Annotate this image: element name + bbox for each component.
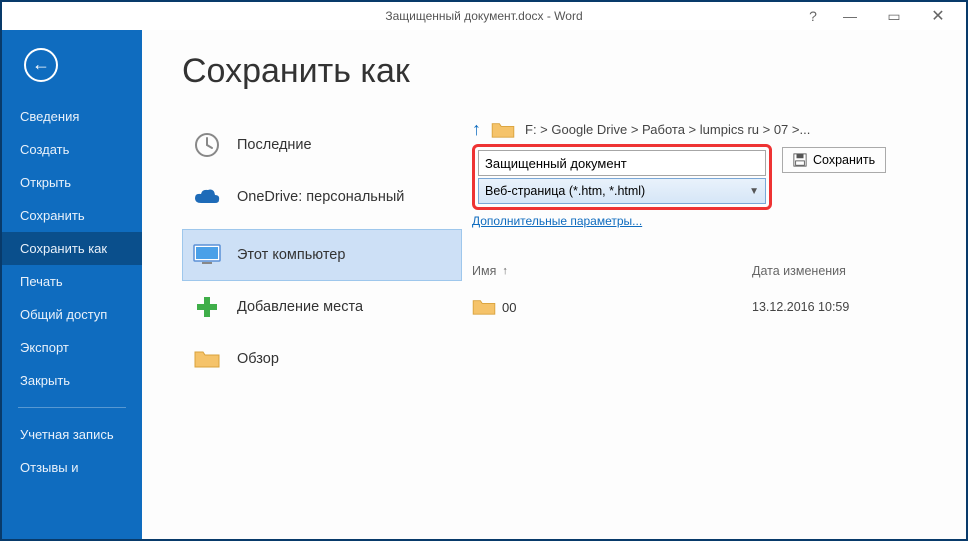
- folder-icon: [491, 121, 515, 139]
- more-options-link[interactable]: Дополнительные параметры...: [472, 214, 642, 228]
- sidebar-item-feedback[interactable]: Отзывы и: [2, 451, 142, 484]
- save-icon: [793, 153, 807, 167]
- folder-row[interactable]: 00 13.12.2016 10:59: [472, 298, 946, 316]
- sidebar-item-share[interactable]: Общий доступ: [2, 298, 142, 331]
- location-addplace[interactable]: Добавление места: [182, 281, 462, 333]
- window-title: Защищенный документ.docx - Word: [385, 9, 582, 23]
- sidebar-divider: [18, 407, 126, 408]
- sort-asc-icon: ↑: [502, 265, 508, 277]
- column-date[interactable]: Дата изменения: [752, 264, 946, 278]
- save-button-label: Сохранить: [813, 153, 875, 167]
- main-area: Сохранить как Последние: [142, 30, 966, 539]
- save-button[interactable]: Сохранить: [782, 147, 886, 173]
- restore-button[interactable]: ▭: [872, 3, 916, 29]
- sidebar-item-account[interactable]: Учетная запись: [2, 418, 142, 451]
- filetype-value: Веб-страница (*.htm, *.html): [485, 184, 645, 198]
- window-controls: ? — ▭ ✕: [798, 2, 960, 30]
- sidebar-item-saveas[interactable]: Сохранить как: [2, 232, 142, 265]
- cloud-icon: [193, 183, 221, 211]
- breadcrumb[interactable]: F: > Google Drive > Работа > lumpics ru …: [525, 122, 810, 137]
- folder-icon: [193, 345, 221, 373]
- title-bar: Защищенный документ.docx - Word ? — ▭ ✕: [2, 2, 966, 30]
- filename-filetype-group: Веб-страница (*.htm, *.html) ▼: [472, 144, 772, 210]
- location-recent[interactable]: Последние: [182, 119, 462, 171]
- list-header: Имя ↑ Дата изменения: [472, 264, 946, 278]
- locations-column: Последние OneDrive: персональный: [182, 119, 462, 385]
- location-thispc[interactable]: Этот компьютер: [182, 229, 462, 281]
- back-button[interactable]: ←: [24, 48, 58, 82]
- location-label: Последние: [237, 137, 312, 153]
- minimize-button[interactable]: —: [828, 3, 872, 29]
- sidebar-item-save[interactable]: Сохранить: [2, 199, 142, 232]
- close-button[interactable]: ✕: [916, 3, 960, 29]
- folder-icon: [472, 298, 502, 316]
- location-sublabel: [226, 215, 462, 229]
- page-title: Сохранить как: [182, 52, 966, 91]
- up-arrow-icon[interactable]: ↑: [472, 119, 481, 140]
- filetype-select[interactable]: Веб-страница (*.htm, *.html) ▼: [478, 178, 766, 204]
- chevron-down-icon: ▼: [749, 186, 759, 197]
- row-name: 00: [502, 300, 752, 315]
- backstage-sidebar: ← Сведения Создать Открыть Сохранить Сох…: [2, 30, 142, 539]
- location-browse[interactable]: Обзор: [182, 333, 462, 385]
- clock-icon: [193, 131, 221, 159]
- filename-input[interactable]: [478, 150, 766, 176]
- sidebar-item-print[interactable]: Печать: [2, 265, 142, 298]
- monitor-icon: [193, 241, 221, 269]
- location-label: Обзор: [237, 351, 279, 367]
- plus-icon: [193, 293, 221, 321]
- location-label: OneDrive: персональный: [237, 189, 404, 205]
- arrow-left-icon: ←: [32, 55, 50, 73]
- location-label: Добавление места: [237, 299, 363, 315]
- path-row: ↑ F: > Google Drive > Работа > lumpics r…: [472, 119, 946, 140]
- sidebar-item-new[interactable]: Создать: [2, 133, 142, 166]
- sidebar-item-export[interactable]: Экспорт: [2, 331, 142, 364]
- details-column: ↑ F: > Google Drive > Работа > lumpics r…: [462, 119, 966, 385]
- column-name[interactable]: Имя ↑: [472, 264, 752, 278]
- sidebar-item-close[interactable]: Закрыть: [2, 364, 142, 397]
- help-button[interactable]: ?: [798, 3, 828, 29]
- row-date: 13.12.2016 10:59: [752, 300, 946, 314]
- sidebar-item-info[interactable]: Сведения: [2, 100, 142, 133]
- sidebar-item-open[interactable]: Открыть: [2, 166, 142, 199]
- location-label: Этот компьютер: [237, 247, 345, 263]
